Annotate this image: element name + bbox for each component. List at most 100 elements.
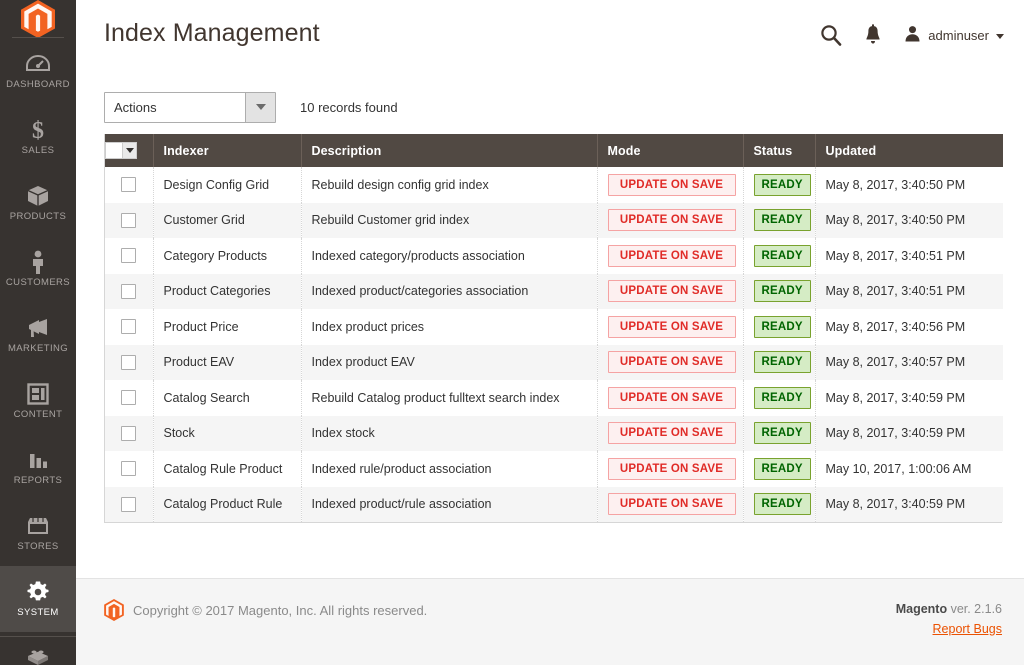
cell-updated: May 8, 2017, 3:40:50 PM xyxy=(815,167,1003,203)
cell-indexer: Design Config Grid xyxy=(153,167,302,203)
sidebar-item-label: SALES xyxy=(21,145,55,156)
status-badge: READY xyxy=(753,422,811,445)
select-all-checkbox[interactable] xyxy=(106,143,122,158)
sidebar-item-stores[interactable]: STORES xyxy=(0,500,76,566)
mode-badge: UPDATE ON SAVE xyxy=(607,209,736,232)
column-header-updated[interactable]: Updated xyxy=(815,134,1003,167)
chevron-down-icon[interactable] xyxy=(122,143,136,158)
cell-status: READY xyxy=(743,451,816,487)
actions-dropdown[interactable]: Actions xyxy=(104,91,276,123)
column-header-mode[interactable]: Mode xyxy=(597,134,744,167)
column-header-indexer[interactable]: Indexer xyxy=(153,134,302,167)
row-checkbox[interactable] xyxy=(121,177,137,193)
sidebar-item-dashboard[interactable]: DASHBOARD xyxy=(0,38,76,104)
chevron-down-icon[interactable] xyxy=(245,92,275,122)
table-head: Indexer Description Mode Status Updated xyxy=(105,134,1003,167)
table-row[interactable]: Catalog Rule Product Indexed rule/product… xyxy=(105,451,1003,487)
cell-status: READY xyxy=(743,486,816,522)
row-select-cell[interactable] xyxy=(105,486,154,522)
cell-description: Indexed product/categories association xyxy=(301,273,598,309)
table-row[interactable]: Product Price Index product prices UPDATE … xyxy=(105,309,1003,345)
table-row[interactable]: Product Categories Indexed product/catego… xyxy=(105,273,1003,309)
search-icon[interactable] xyxy=(820,24,842,46)
row-checkbox[interactable] xyxy=(121,319,137,335)
sidebar-item-content[interactable]: CONTENT xyxy=(0,368,76,434)
row-select-cell[interactable] xyxy=(105,344,154,380)
table-row[interactable]: Catalog Product Rule Indexed product/rule… xyxy=(105,486,1003,522)
sidebar: DASHBOARD $ SALES PRODUCTS CUSTOMERS MAR… xyxy=(0,0,76,665)
select-all-dropdown[interactable] xyxy=(105,142,137,159)
row-select-cell[interactable] xyxy=(105,451,154,487)
sidebar-item-reports[interactable]: REPORTS xyxy=(0,434,76,500)
dollar-sign-icon: $ xyxy=(30,118,46,142)
page-header: Index Management adminuser xyxy=(76,0,1024,74)
brand-name: Magento xyxy=(895,602,948,616)
table-row[interactable]: Category Products Indexed category/produc… xyxy=(105,238,1003,274)
table-row[interactable]: Customer Grid Rebuild Customer grid index… xyxy=(105,202,1003,238)
row-checkbox[interactable] xyxy=(121,354,137,370)
sidebar-item-products[interactable]: PRODUCTS xyxy=(0,170,76,236)
mode-badge: UPDATE ON SAVE xyxy=(607,493,736,516)
cell-description: Indexed product/rule association xyxy=(301,486,598,522)
column-header-status[interactable]: Status xyxy=(743,134,816,167)
sidebar-item-label: MARKETING xyxy=(7,343,69,354)
row-select-cell[interactable] xyxy=(105,380,154,416)
mode-badge: UPDATE ON SAVE xyxy=(607,351,736,374)
row-checkbox[interactable] xyxy=(121,283,137,299)
row-checkbox[interactable] xyxy=(121,248,137,264)
table-row[interactable]: Product EAV Index product EAV UPDATE ON SA… xyxy=(105,344,1003,380)
sidebar-logo[interactable] xyxy=(0,0,76,38)
cell-updated: May 8, 2017, 3:40:57 PM xyxy=(815,344,1003,380)
status-badge: READY xyxy=(753,457,811,480)
bell-icon[interactable] xyxy=(864,24,882,46)
mode-badge: UPDATE ON SAVE xyxy=(607,422,736,445)
actions-dropdown-label: Actions xyxy=(114,99,157,115)
row-checkbox[interactable] xyxy=(121,425,137,441)
cell-indexer: Catalog Search xyxy=(153,380,302,416)
row-select-cell[interactable] xyxy=(105,273,154,309)
user-menu[interactable]: adminuser xyxy=(904,25,1004,45)
sidebar-item-system[interactable]: SYSTEM xyxy=(0,566,76,632)
cell-updated: May 10, 2017, 1:00:06 AM xyxy=(815,451,1003,487)
index-table: Indexer Description Mode Status Updated … xyxy=(105,134,1003,522)
row-select-cell[interactable] xyxy=(105,167,154,203)
sidebar-item-label: REPORTS xyxy=(13,475,63,486)
cell-mode: UPDATE ON SAVE xyxy=(597,344,744,380)
cell-description: Indexed category/products association xyxy=(301,238,598,274)
table-header-row: Indexer Description Mode Status Updated xyxy=(105,134,1003,167)
row-select-cell[interactable] xyxy=(105,415,154,451)
cell-mode: UPDATE ON SAVE xyxy=(597,309,744,345)
cell-updated: May 8, 2017, 3:40:51 PM xyxy=(815,238,1003,274)
svg-text:$: $ xyxy=(32,118,44,142)
page-footer: Copyright © 2017 Magento, Inc. All right… xyxy=(76,578,1024,665)
column-header-description[interactable]: Description xyxy=(301,134,598,167)
cell-mode: UPDATE ON SAVE xyxy=(597,451,744,487)
cell-description: Indexed rule/product association xyxy=(301,451,598,487)
sidebar-item-label: SYSTEM xyxy=(17,607,59,618)
sidebar-item-sales[interactable]: $ SALES xyxy=(0,104,76,170)
row-checkbox[interactable] xyxy=(121,390,137,406)
row-select-cell[interactable] xyxy=(105,238,154,274)
row-checkbox[interactable] xyxy=(121,461,137,477)
row-checkbox[interactable] xyxy=(121,212,137,228)
table-row[interactable]: Stock Index stock UPDATE ON SAVE READY May 8… xyxy=(105,415,1003,451)
user-avatar-icon xyxy=(904,25,921,45)
status-badge: READY xyxy=(753,315,811,338)
sidebar-item-find-partners-extensions[interactable]: FIND PARTNERS & EXTENSIONS xyxy=(0,636,76,665)
grid-toolbar: Actions 10 records found xyxy=(104,86,1002,128)
cell-updated: May 8, 2017, 3:40:59 PM xyxy=(815,486,1003,522)
table-row[interactable]: Catalog Search Rebuild Catalog product fu… xyxy=(105,380,1003,416)
mode-badge: UPDATE ON SAVE xyxy=(607,244,736,267)
row-checkbox[interactable] xyxy=(121,496,137,512)
row-select-cell[interactable] xyxy=(105,309,154,345)
chevron-down-icon xyxy=(996,33,1004,39)
sidebar-item-customers[interactable]: CUSTOMERS xyxy=(0,236,76,302)
report-bugs-link[interactable]: Report Bugs xyxy=(933,622,1002,636)
sidebar-item-label: CUSTOMERS xyxy=(5,277,71,288)
row-select-cell[interactable] xyxy=(105,202,154,238)
user-name: adminuser xyxy=(928,27,989,43)
version-number: ver. 2.1.6 xyxy=(947,602,1002,616)
table-row[interactable]: Design Config Grid Rebuild design config … xyxy=(105,167,1003,203)
cell-description: Rebuild Customer grid index xyxy=(301,202,598,238)
sidebar-item-marketing[interactable]: MARKETING xyxy=(0,302,76,368)
